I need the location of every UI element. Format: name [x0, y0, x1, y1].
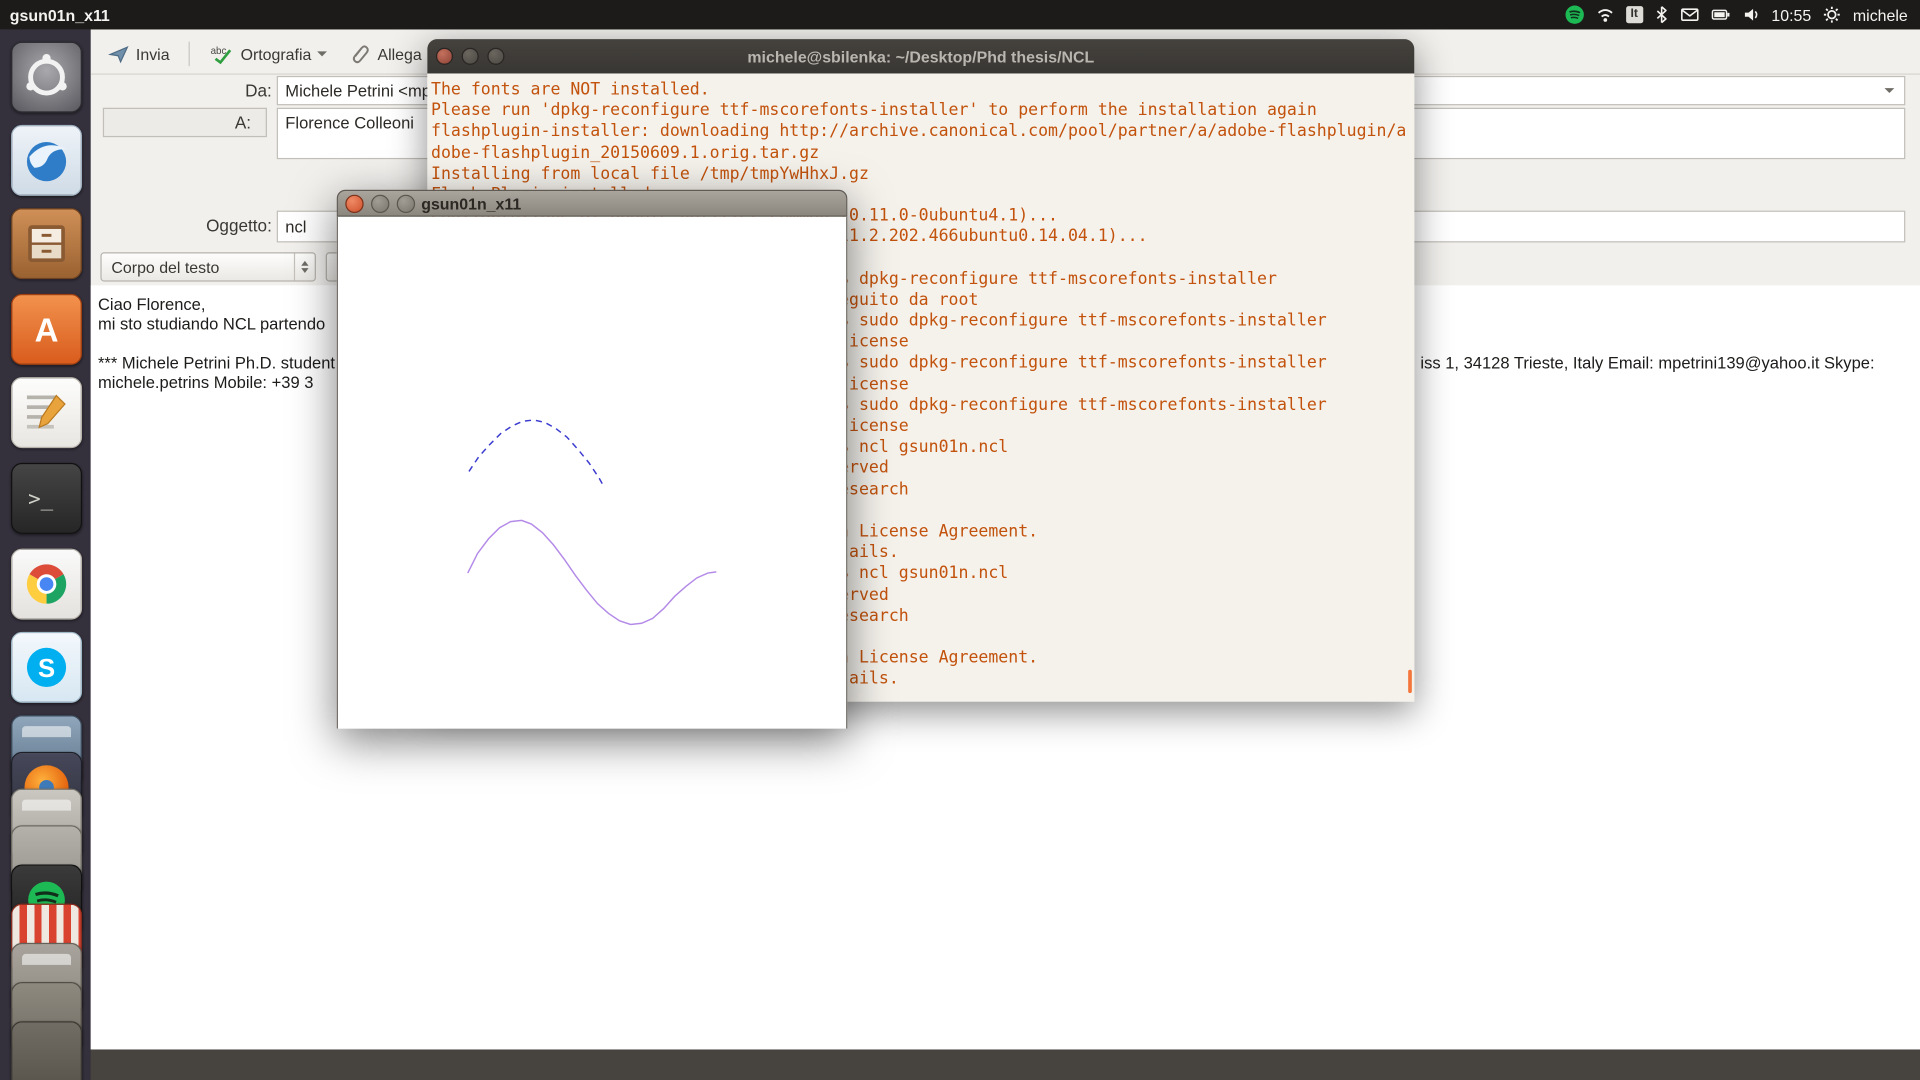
mail-indicator-icon[interactable] [1680, 5, 1700, 25]
stepper-up-icon [301, 261, 308, 266]
wifi-icon[interactable] [1595, 5, 1615, 25]
username[interactable]: michele [1853, 6, 1908, 24]
spotify-tray-icon[interactable] [1564, 5, 1584, 25]
to-label: A: [235, 113, 251, 133]
bluetooth-icon[interactable] [1654, 5, 1669, 25]
minimize-icon[interactable] [371, 194, 389, 212]
clock[interactable]: 10:55 [1771, 6, 1811, 24]
terminal-title: michele@sbilenka: ~/Desktop/Phd thesis/N… [427, 47, 1414, 65]
x11-titlebar[interactable]: gsun01n_x11 [337, 190, 848, 217]
send-label: Invia [136, 45, 170, 63]
plot-canvas [337, 217, 848, 729]
x11-plot-window: gsun01n_x11 [337, 190, 848, 729]
ubuntu-logo-icon [12, 43, 81, 112]
thunderbird-launcher-icon[interactable] [11, 125, 82, 196]
close-icon[interactable] [345, 194, 363, 212]
recipient-type-combo[interactable]: A: [103, 108, 267, 137]
signature-right: iss 1, 34128 Trieste, Italy Email: mpetr… [1420, 354, 1874, 372]
drawer-stack-icon-3[interactable] [11, 1021, 82, 1080]
svg-text:abc: abc [211, 46, 227, 57]
dash-home-button[interactable] [11, 42, 82, 113]
session-gear-icon[interactable] [1822, 5, 1842, 25]
attach-label: Allega [377, 45, 421, 63]
paperclip-icon [349, 43, 371, 65]
file-cabinet-icon [12, 209, 81, 278]
top-panel: gsun01n_x11 It [0, 0, 1920, 29]
svg-text:A: A [35, 313, 59, 350]
spelling-label: Ortografia [241, 45, 312, 63]
send-button[interactable]: Invia [100, 39, 176, 68]
battery-icon[interactable] [1710, 5, 1731, 25]
terminal-line: Please run 'dpkg-reconfigure ttf-mscoref… [431, 101, 1414, 122]
chevron-down-icon [317, 51, 327, 56]
keyboard-layout-indicator[interactable]: It [1626, 6, 1643, 23]
combo-stepper[interactable] [294, 253, 315, 280]
terminal-line: Installing from local file /tmp/tmpYwHhx… [431, 164, 1414, 185]
from-dropdown-icon[interactable] [1884, 88, 1894, 93]
active-window-title: gsun01n_x11 [10, 6, 110, 24]
terminal-line: flashplugin-installer: downloading http:… [431, 122, 1414, 143]
terminal-icon: >_ [12, 464, 81, 533]
terminal-line: dobe-flashplugin_20150609.1.orig.tar.gz [431, 143, 1414, 164]
skype-icon: S [12, 633, 81, 702]
solid-curve [468, 520, 717, 624]
window-strip [22, 726, 71, 737]
scrollbar-thumb[interactable] [1408, 670, 1412, 693]
software-center-icon: A [12, 295, 81, 364]
terminal-launcher-icon[interactable]: >_ [11, 463, 82, 534]
paragraph-style-value: Corpo del testo [102, 258, 220, 276]
drawer-strip [22, 954, 71, 965]
subject-value: ncl [278, 217, 314, 235]
dashed-curve [469, 420, 604, 486]
text-editor-icon [12, 378, 81, 447]
x11-window-title: gsun01n_x11 [421, 194, 521, 212]
chrome-launcher-icon[interactable] [11, 549, 82, 620]
terminal-titlebar[interactable]: michele@sbilenka: ~/Desktop/Phd thesis/N… [427, 39, 1414, 73]
window-strip [22, 800, 71, 811]
send-icon [108, 43, 130, 65]
spellcheck-icon: abc [210, 43, 234, 65]
svg-text:>_: >_ [28, 487, 54, 511]
software-center-launcher-icon[interactable]: A [11, 294, 82, 365]
subject-label: Oggetto: [184, 216, 272, 236]
unity-launcher: A >_ [0, 29, 91, 1080]
svg-text:S: S [38, 655, 55, 683]
text-editor-launcher-icon[interactable] [11, 377, 82, 448]
files-launcher-icon[interactable] [11, 208, 82, 279]
indicator-area: It [1564, 5, 1920, 25]
skype-launcher-icon[interactable]: S [11, 632, 82, 703]
volume-icon[interactable] [1742, 5, 1760, 25]
maximize-icon[interactable] [397, 194, 415, 212]
from-label: Da: [184, 81, 272, 101]
thunderbird-icon [12, 126, 81, 195]
spelling-button[interactable]: abc Ortografia [203, 39, 335, 68]
desktop: Invia abc Ortografia Allega Da: Michele … [0, 0, 1920, 1080]
chrome-icon [12, 550, 81, 619]
toolbar-separator [189, 42, 190, 66]
attach-button[interactable]: Allega [342, 39, 429, 68]
stepper-down-icon [301, 268, 308, 273]
terminal-line: The fonts are NOT installed. [431, 80, 1414, 101]
paragraph-style-combo[interactable]: Corpo del testo [100, 252, 316, 281]
ncl-plot [338, 217, 846, 729]
